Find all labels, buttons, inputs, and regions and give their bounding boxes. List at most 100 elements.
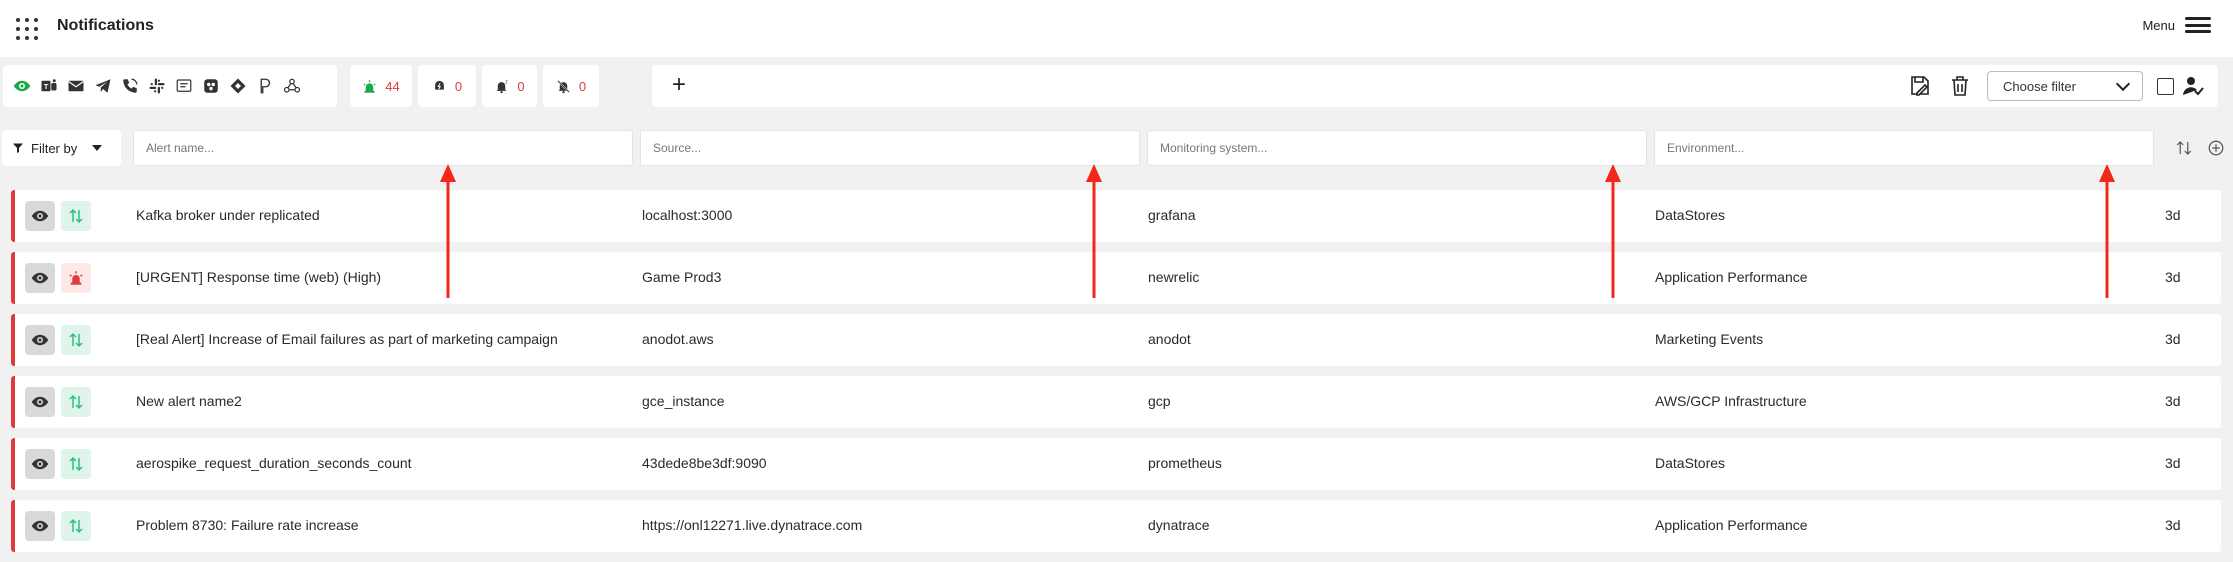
- alert-monitoring-system: gcp: [1148, 393, 1171, 409]
- chevron-down-icon: [2115, 76, 2131, 91]
- menu-button[interactable]: Menu: [2142, 17, 2211, 33]
- alert-name: New alert name2: [136, 393, 242, 409]
- funnel-icon: [13, 143, 23, 153]
- muted-alerts-counter[interactable]: 0: [543, 65, 599, 107]
- table-row[interactable]: Problem 8730: Failure rate increase https…: [11, 500, 2221, 552]
- view-eye-icon[interactable]: [25, 511, 55, 541]
- svg-text:T: T: [44, 82, 49, 91]
- alert-name: aerospike_request_duration_seconds_count: [136, 455, 412, 471]
- environment-filter-input[interactable]: [1654, 130, 2154, 166]
- table-row[interactable]: Kafka broker under replicated localhost:3…: [11, 190, 2221, 242]
- table-row[interactable]: [URGENT] Response time (web) (High) Game …: [11, 252, 2221, 304]
- sort-arrows-icon[interactable]: [61, 511, 91, 541]
- add-button[interactable]: +: [666, 73, 692, 99]
- webex-icon[interactable]: [200, 75, 222, 97]
- alert-source: anodot.aws: [642, 331, 714, 347]
- trash-icon[interactable]: [1947, 73, 1973, 99]
- add-column-icon[interactable]: [2207, 139, 2225, 157]
- teams-icon[interactable]: T: [38, 75, 60, 97]
- alert-monitoring-system: prometheus: [1148, 455, 1222, 471]
- hamburger-icon: [2185, 17, 2211, 33]
- monitoring-system-filter-input[interactable]: [1147, 130, 1647, 166]
- source-filter-input[interactable]: [640, 130, 1140, 166]
- view-eye-icon[interactable]: [25, 449, 55, 479]
- phone-icon[interactable]: [119, 75, 141, 97]
- alert-age: 3d: [2165, 455, 2181, 471]
- alert-environment: DataStores: [1655, 207, 1726, 223]
- save-filter-icon[interactable]: [1907, 73, 1933, 99]
- slack-icon[interactable]: [146, 75, 168, 97]
- filter-by-dropdown[interactable]: Filter by: [2, 130, 121, 166]
- alert-age: 3d: [2165, 331, 2181, 347]
- page-title: Notifications: [57, 17, 154, 34]
- filter-row: Filter by: [0, 129, 2233, 169]
- svg-text:z: z: [506, 79, 509, 85]
- webhook-icon[interactable]: [281, 75, 303, 97]
- view-eye-icon[interactable]: [25, 201, 55, 231]
- snoozed-alerts-counter[interactable]: z 0: [482, 65, 537, 107]
- alert-age: 3d: [2165, 393, 2181, 409]
- ack-icon: [435, 80, 444, 90]
- alert-environment: DataStores: [1655, 455, 1726, 471]
- alert-monitoring-system: dynatrace: [1148, 517, 1210, 533]
- alert-name: [URGENT] Response time (web) (High): [136, 269, 382, 285]
- alert-environment: Marketing Events: [1655, 331, 1764, 347]
- alert-environment: Application Performance: [1655, 517, 1808, 533]
- email-icon[interactable]: [65, 75, 87, 97]
- sort-arrows-icon[interactable]: [61, 387, 91, 417]
- toolbar: T 44 0 z 0 0 + Choose filter: [0, 65, 2233, 109]
- view-eye-icon[interactable]: [25, 387, 55, 417]
- choose-filter-label: Choose filter: [2003, 78, 2076, 94]
- acknowledged-alerts-counter[interactable]: 0: [418, 65, 476, 107]
- alert-source: 43dede8be3df:9090: [642, 455, 767, 471]
- table-row[interactable]: aerospike_request_duration_seconds_count…: [11, 438, 2221, 490]
- bell-off-icon: [557, 79, 570, 93]
- sort-arrows-icon[interactable]: [61, 449, 91, 479]
- apps-grid-icon[interactable]: [16, 18, 38, 40]
- alert-age: 3d: [2165, 207, 2181, 223]
- jira-icon[interactable]: [227, 75, 249, 97]
- acknowledged-count: 0: [454, 78, 463, 94]
- firing-count: 44: [385, 78, 400, 94]
- pagerduty-icon[interactable]: [254, 75, 276, 97]
- alert-monitoring-system: grafana: [1148, 207, 1196, 223]
- view-eye-icon[interactable]: [25, 263, 55, 293]
- alert-monitoring-system: anodot: [1148, 331, 1191, 347]
- alert-age: 3d: [2165, 269, 2181, 285]
- menu-label: Menu: [2142, 17, 2175, 33]
- caret-down-icon: [92, 145, 103, 151]
- sms-icon[interactable]: [173, 75, 195, 97]
- channel-filters: T: [3, 65, 337, 107]
- filter-by-label: Filter by: [31, 140, 78, 156]
- alert-name: Problem 8730: Failure rate increase: [136, 517, 359, 533]
- firing-alerts-counter[interactable]: 44: [350, 65, 412, 107]
- sort-arrows-icon[interactable]: [61, 325, 91, 355]
- choose-filter-dropdown[interactable]: Choose filter: [1987, 71, 2143, 101]
- alert-source: Game Prod3: [642, 269, 722, 285]
- bell-snooze-icon: z: [496, 79, 509, 93]
- toolbar-actions: + Choose filter: [652, 65, 2218, 107]
- snoozed-count: 0: [517, 78, 525, 94]
- sort-icon[interactable]: [2175, 139, 2193, 157]
- siren-icon: [363, 79, 376, 93]
- alert-name-filter-input[interactable]: [133, 130, 633, 166]
- alert-name: Kafka broker under replicated: [136, 207, 320, 223]
- eye-icon[interactable]: [11, 75, 33, 97]
- telegram-icon[interactable]: [92, 75, 114, 97]
- alerts-list: Kafka broker under replicated localhost:3…: [11, 190, 2221, 562]
- select-all-checkbox[interactable]: [2157, 77, 2174, 95]
- sort-arrows-icon[interactable]: [61, 201, 91, 231]
- alert-source: localhost:3000: [642, 207, 733, 223]
- siren-icon[interactable]: [61, 263, 91, 293]
- alert-monitoring-system: newrelic: [1148, 269, 1200, 285]
- top-bar: Notifications Menu: [0, 0, 2233, 57]
- alert-environment: Application Performance: [1655, 269, 1808, 285]
- alert-name: [Real Alert] Increase of Email failures …: [136, 331, 558, 347]
- user-check-icon[interactable]: [2180, 73, 2206, 99]
- view-eye-icon[interactable]: [25, 325, 55, 355]
- alert-source: gce_instance: [642, 393, 725, 409]
- alert-age: 3d: [2165, 517, 2181, 533]
- table-row[interactable]: New alert name2 gce_instance gcp AWS/GCP In…: [11, 376, 2221, 428]
- table-row[interactable]: [Real Alert] Increase of Email failures …: [11, 314, 2221, 366]
- alert-source: https://onl12271.live.dynatrace.com: [642, 517, 863, 533]
